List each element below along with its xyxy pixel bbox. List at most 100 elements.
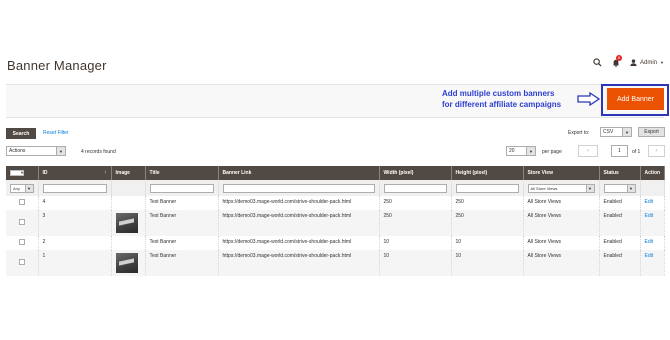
chevron-right-icon: › (655, 148, 658, 154)
row-title: Test Banner (145, 210, 219, 236)
arrow-right-icon (577, 92, 601, 106)
banner-thumbnail (115, 253, 138, 273)
actions-value: Actions (9, 148, 26, 154)
row-status: Enabled (599, 210, 641, 236)
caret-down-icon: ▼ (24, 184, 33, 192)
column-banner-link[interactable]: Banner Link (218, 166, 380, 180)
edit-link[interactable]: Edit (645, 239, 654, 245)
edit-link[interactable]: Edit (645, 213, 654, 219)
table-row[interactable]: 4 Test Banner https://demo03.mage-world.… (6, 196, 665, 210)
per-page-select[interactable]: 20 ▼ (506, 146, 536, 156)
column-width[interactable]: Width (pixel) (379, 166, 452, 180)
reset-filter-link[interactable]: Reset Filter (43, 130, 69, 136)
row-width: 10 (379, 250, 452, 276)
row-image (111, 250, 146, 276)
edit-link[interactable]: Edit (645, 199, 654, 205)
column-image: Image (111, 166, 146, 180)
promo-callout: Add multiple custom banners for differen… (442, 88, 561, 110)
mass-select-header[interactable]: ▾ (6, 166, 39, 180)
row-height: 250 (451, 196, 524, 210)
current-page-input[interactable]: 1 (611, 145, 628, 157)
any-filter-select[interactable]: Any ▼ (10, 183, 34, 193)
column-id[interactable]: ID ↑ (38, 166, 112, 180)
per-page-value: 20 (509, 148, 515, 154)
banner-grid: ▾ ID ↑ Image Title Banner Link Width (pix… (6, 166, 665, 276)
actions-select[interactable]: Actions ▼ (6, 146, 66, 156)
search-button[interactable]: Search (6, 128, 36, 139)
filter-row: Any ▼ All Store Views ▼ ▼ (6, 180, 665, 196)
row-checkbox[interactable] (18, 259, 25, 265)
row-image (111, 236, 146, 250)
banner-thumbnail (115, 213, 138, 233)
caret-down-icon: ▼ (626, 184, 635, 192)
page-actions-bar (6, 84, 664, 118)
row-width: 10 (379, 236, 452, 250)
search-icon[interactable] (593, 58, 602, 67)
row-status: Enabled (599, 250, 641, 276)
column-height[interactable]: Height (pixel) (451, 166, 524, 180)
export-button[interactable]: Export (638, 127, 665, 137)
row-link: https://demo03.mage-world.com/strive-sho… (218, 236, 380, 250)
export-format-select[interactable]: CSV ▼ (600, 127, 632, 137)
table-row[interactable]: 1 Test Banner https://demo03.mage-world.… (6, 250, 665, 276)
store-view-filter-select[interactable]: All Store Views ▼ (527, 183, 595, 193)
title-filter-input[interactable] (149, 183, 214, 193)
column-action: Action (640, 166, 665, 180)
row-title: Test Banner (145, 250, 219, 276)
notification-count: 8 (616, 54, 623, 61)
promo-line-1: Add multiple custom banners (442, 89, 555, 98)
next-page-button[interactable]: › (648, 145, 665, 157)
add-banner-button[interactable]: Add Banner (607, 88, 664, 110)
row-width: 250 (379, 196, 452, 210)
row-id: 2 (38, 236, 112, 250)
height-filter-input[interactable] (455, 183, 519, 193)
row-image (111, 196, 146, 210)
row-height: 10 (451, 236, 524, 250)
width-filter-input[interactable] (383, 183, 447, 193)
id-filter-input[interactable] (42, 183, 107, 193)
table-row[interactable]: 2 Test Banner https://demo03.mage-world.… (6, 236, 665, 250)
caret-down-icon: ▼ (660, 60, 664, 65)
link-filter-input[interactable] (222, 183, 375, 193)
row-store-view: All Store Views (523, 236, 600, 250)
row-id: 4 (38, 196, 112, 210)
caret-down-icon: ▼ (56, 147, 65, 155)
edit-link[interactable]: Edit (645, 253, 654, 259)
row-link: https://demo03.mage-world.com/strive-sho… (218, 196, 380, 210)
sort-up-icon: ↑ (104, 170, 107, 176)
caret-down-icon: ▼ (526, 147, 535, 155)
per-page-label: per page (542, 149, 562, 155)
row-height: 250 (451, 210, 524, 236)
row-id: 3 (38, 210, 112, 236)
row-store-view: All Store Views (523, 210, 600, 236)
row-checkbox[interactable] (18, 219, 25, 225)
row-link: https://demo03.mage-world.com/strive-sho… (218, 210, 380, 236)
row-width: 250 (379, 210, 452, 236)
column-status[interactable]: Status (599, 166, 641, 180)
caret-down-icon: ▼ (622, 128, 631, 136)
row-link: https://demo03.mage-world.com/strive-sho… (218, 250, 380, 276)
records-found: 4 records found (81, 149, 116, 155)
export-to-label: Export to: (568, 130, 590, 136)
user-icon (630, 59, 637, 66)
row-id: 1 (38, 250, 112, 276)
export-format-value: CSV (603, 129, 614, 135)
status-filter-select[interactable]: ▼ (603, 183, 636, 193)
column-title[interactable]: Title (145, 166, 219, 180)
row-status: Enabled (599, 236, 641, 250)
row-title: Test Banner (145, 196, 219, 210)
row-store-view: All Store Views (523, 250, 600, 276)
row-title: Test Banner (145, 236, 219, 250)
header-actions: 8 Admin ▼ (593, 54, 664, 67)
column-store-view[interactable]: Store View (523, 166, 600, 180)
user-menu[interactable]: Admin ▼ (630, 59, 664, 66)
row-store-view: All Store Views (523, 196, 600, 210)
table-row[interactable]: 3 Test Banner https://demo03.mage-world.… (6, 210, 665, 236)
promo-line-2: for different affiliate campaigns (442, 100, 562, 109)
row-checkbox[interactable] (18, 199, 25, 205)
caret-down-icon: ▾ (10, 169, 24, 176)
user-name: Admin (640, 59, 658, 66)
bell-icon[interactable]: 8 (612, 54, 623, 67)
row-checkbox[interactable] (18, 239, 25, 245)
prev-page-button[interactable]: ‹ (578, 145, 598, 157)
